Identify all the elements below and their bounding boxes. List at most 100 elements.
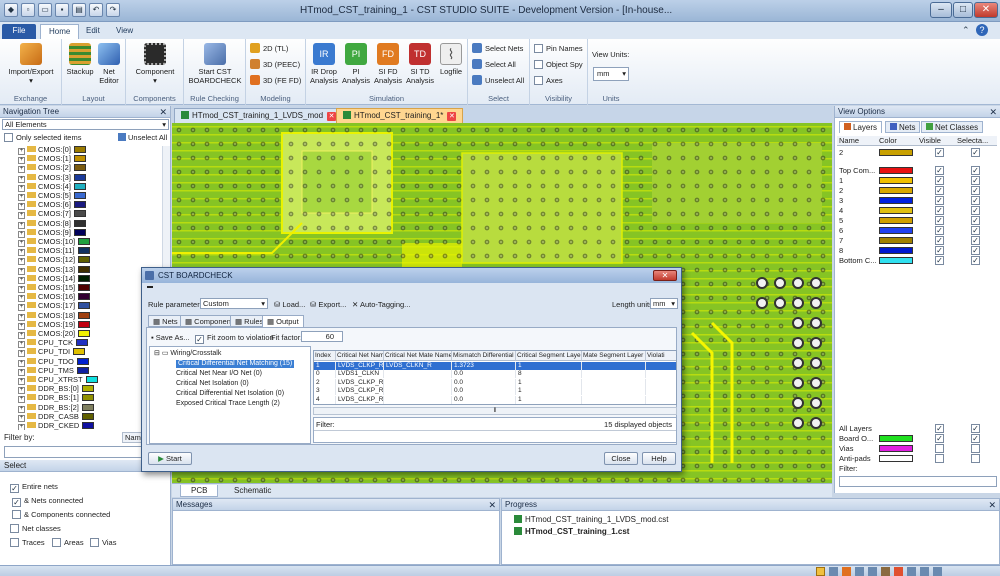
- list-item[interactable]: + CMOS:[1]: [18, 155, 86, 165]
- list-item[interactable]: + CMOS:[3]: [18, 173, 86, 183]
- expand-icon[interactable]: +: [18, 221, 25, 229]
- list-item[interactable]: + CMOS:[20]: [18, 330, 91, 339]
- layer-color-swatch[interactable]: [879, 217, 913, 224]
- start-boardcheck-button[interactable]: Start CST BOARDCHECK: [188, 43, 242, 85]
- save-icon[interactable]: ▪: [55, 3, 69, 17]
- expand-icon[interactable]: +: [18, 194, 25, 201]
- list-item[interactable]: + CMOS:[6]: [18, 201, 86, 211]
- layer-color-swatch[interactable]: [879, 237, 913, 244]
- close-icon[interactable]: ✕: [989, 106, 997, 118]
- tree-item[interactable]: Critical Differential Net Matching (15): [176, 360, 295, 368]
- axes-checkbox[interactable]: Axes: [534, 75, 563, 87]
- expand-icon[interactable]: +: [18, 332, 25, 339]
- fit-factor-input[interactable]: 60: [301, 331, 343, 342]
- 3d-fefd-button[interactable]: 3D (FE FD): [250, 75, 301, 87]
- layer-color-swatch[interactable]: [879, 227, 913, 234]
- layer-row[interactable]: 8 ✓ ✓: [837, 246, 997, 255]
- tree-item[interactable]: Exposed Critical Trace Length (2): [176, 400, 280, 408]
- unselect-all-button[interactable]: Unselect All: [472, 75, 524, 87]
- doc-tab-training[interactable]: HTmod_CST_training_1* ✕: [336, 108, 464, 123]
- list-item[interactable]: + CMOS:[8]: [18, 219, 86, 229]
- visible-checkbox[interactable]: ✓: [935, 166, 944, 175]
- areas-checkbox[interactable]: Areas: [52, 538, 84, 547]
- visible-checkbox[interactable]: ✓: [935, 246, 944, 255]
- tab-schematic[interactable]: Schematic: [224, 485, 281, 497]
- selectable-checkbox[interactable]: ✓: [971, 206, 980, 215]
- start-button[interactable]: ▶ Start: [148, 452, 192, 465]
- expand-icon[interactable]: +: [18, 258, 25, 266]
- layer-row[interactable]: Bottom C... ✓ ✓: [837, 256, 997, 265]
- list-item[interactable]: + DDR_BS:[0]: [18, 385, 94, 395]
- load-button[interactable]: ⛁ Load...: [274, 300, 305, 309]
- tab-file[interactable]: File: [2, 24, 36, 39]
- list-item[interactable]: + CMOS:[15]: [18, 284, 91, 293]
- visible-checkbox[interactable]: ✓: [935, 196, 944, 205]
- grid-column-header[interactable]: Critical Net Mate Name: [384, 351, 452, 361]
- list-item[interactable]: + CMOS:[11]: [18, 247, 90, 257]
- layer-row[interactable]: Vias: [837, 444, 997, 453]
- horizontal-scrollbar[interactable]: ⦀: [313, 407, 677, 415]
- grid-column-header[interactable]: Mate Segment Layer: [582, 351, 646, 361]
- selectable-checkbox[interactable]: ✓: [971, 246, 980, 255]
- expand-icon[interactable]: +: [18, 267, 25, 275]
- close-icon[interactable]: ✕: [159, 106, 167, 118]
- list-item[interactable]: + CPU_XTRST: [18, 376, 98, 385]
- grid-column-header[interactable]: Index: [314, 351, 336, 361]
- only-selected-checkbox[interactable]: Only selected items: [4, 133, 81, 142]
- list-item[interactable]: + CPU_TDO: [18, 357, 89, 367]
- 2d-tl-button[interactable]: 2D (TL): [250, 43, 288, 55]
- grid-icon[interactable]: [894, 567, 903, 576]
- layer-color-swatch[interactable]: [879, 177, 913, 184]
- visible-checkbox[interactable]: ✓: [935, 176, 944, 185]
- layer-filter-input[interactable]: [839, 476, 997, 487]
- tree-item[interactable]: Critical Differential Net Isolation (0): [176, 390, 284, 398]
- visible-checkbox[interactable]: [935, 444, 944, 453]
- close-window-button[interactable]: ✕: [974, 2, 998, 18]
- length-units-select[interactable]: mm ▾: [650, 298, 678, 309]
- visible-checkbox[interactable]: ✓: [935, 226, 944, 235]
- close-tab-icon[interactable]: ✕: [447, 112, 457, 121]
- print-icon[interactable]: ▤: [72, 3, 86, 17]
- expand-icon[interactable]: +: [18, 359, 25, 367]
- visible-checkbox[interactable]: ✓: [935, 216, 944, 225]
- grid-column-header[interactable]: Mismatch Differential: [452, 351, 516, 361]
- list-item[interactable]: + CPU_TCK: [18, 339, 89, 349]
- tab-edit[interactable]: Edit: [78, 24, 108, 39]
- tab-net-classes[interactable]: Net Classes: [921, 121, 984, 133]
- selectable-checkbox[interactable]: ✓: [971, 434, 980, 443]
- tab-layers[interactable]: Layers: [839, 121, 883, 133]
- expand-icon[interactable]: +: [18, 368, 25, 376]
- list-item[interactable]: + CMOS:[19]: [18, 320, 91, 330]
- dialog-tab-nets[interactable]: ▦ Nets: [148, 315, 183, 327]
- visible-checkbox[interactable]: ✓: [935, 206, 944, 215]
- export-button[interactable]: ⛁ Export...: [310, 300, 346, 309]
- pointer-icon[interactable]: [816, 567, 825, 576]
- zoom-icon[interactable]: [829, 567, 838, 576]
- list-item[interactable]: + CMOS:[14]: [18, 274, 91, 284]
- layer-row[interactable]: 1 ✓ ✓: [837, 176, 997, 185]
- si-td-analysis-button[interactable]: TD SI TD Analysis: [405, 43, 435, 85]
- layer-color-swatch[interactable]: [879, 167, 913, 174]
- selectable-checkbox[interactable]: ✓: [971, 226, 980, 235]
- list-item[interactable]: + CMOS:[7]: [18, 210, 86, 220]
- list-item[interactable]: + CMOS:[16]: [18, 293, 91, 303]
- expand-icon[interactable]: +: [18, 175, 25, 183]
- help-icon[interactable]: ?: [976, 24, 988, 36]
- layer-row[interactable]: All Layers ✓ ✓: [837, 424, 997, 433]
- layer-color-swatch[interactable]: [879, 197, 913, 204]
- list-item[interactable]: + CMOS:[13]: [18, 265, 91, 275]
- layer-row[interactable]: 3 ✓ ✓: [837, 196, 997, 205]
- view-units-select[interactable]: mm ▾: [593, 67, 629, 81]
- undo-icon[interactable]: ↶: [89, 3, 103, 17]
- layer-row[interactable]: 4 ✓ ✓: [837, 206, 997, 215]
- expand-icon[interactable]: +: [18, 286, 25, 293]
- layer-row[interactable]: 6 ✓ ✓: [837, 226, 997, 235]
- expand-icon[interactable]: +: [18, 387, 25, 395]
- selectable-checkbox[interactable]: ✓: [971, 186, 980, 195]
- close-icon[interactable]: ✕: [488, 499, 496, 511]
- vias-checkbox[interactable]: Vias: [90, 538, 116, 547]
- pin-names-checkbox[interactable]: Pin Names: [534, 43, 583, 55]
- expand-icon[interactable]: +: [18, 350, 25, 358]
- list-item[interactable]: + CPU_TDI: [18, 348, 86, 358]
- list-item[interactable]: + CMOS:[5]: [18, 192, 86, 201]
